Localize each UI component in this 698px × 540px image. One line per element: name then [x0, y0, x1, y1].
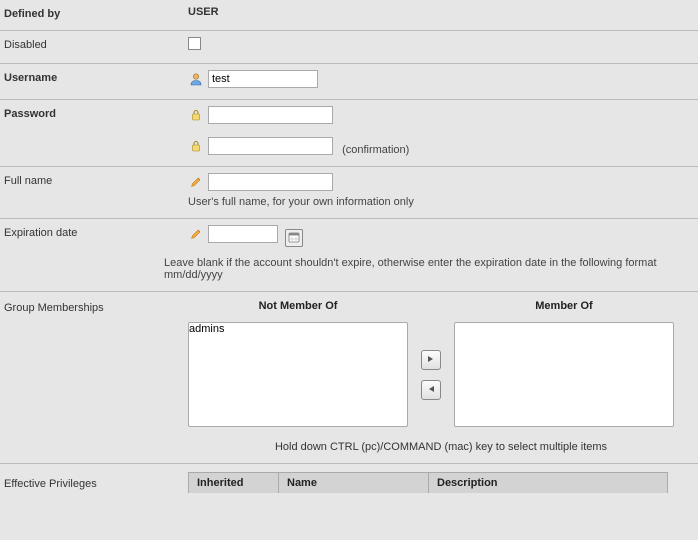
password-label: Password: [4, 106, 184, 120]
list-item[interactable]: admins: [189, 323, 407, 336]
fullname-input[interactable]: [208, 173, 333, 191]
member-heading: Member Of: [454, 300, 674, 312]
not-member-heading: Not Member Of: [188, 300, 408, 312]
arrow-right-icon: [426, 354, 436, 367]
privileges-table: Inherited Name Description: [188, 472, 668, 493]
defined-by-label: Defined by: [4, 6, 184, 20]
add-to-member-button[interactable]: [421, 350, 441, 370]
fullname-hint: User's full name, for your own informati…: [188, 196, 694, 208]
not-member-listbox[interactable]: admins: [188, 322, 408, 427]
password-confirm-input[interactable]: [208, 137, 333, 155]
privileges-col-name[interactable]: Name: [279, 473, 429, 494]
password-input[interactable]: [208, 106, 333, 124]
privileges-col-description[interactable]: Description: [429, 473, 668, 494]
privileges-label: Effective Privileges: [4, 472, 184, 490]
disabled-checkbox[interactable]: [188, 37, 201, 50]
password-confirm-text: (confirmation): [342, 144, 409, 156]
calendar-icon: [288, 231, 300, 246]
member-listbox[interactable]: [454, 322, 674, 427]
lock-icon: [188, 138, 204, 154]
pencil-icon: [188, 174, 204, 190]
user-icon: [188, 71, 204, 87]
disabled-label: Disabled: [4, 37, 184, 51]
arrow-left-icon: [426, 384, 436, 397]
expiration-label: Expiration date: [4, 225, 184, 239]
groups-hint: Hold down CTRL (pc)/COMMAND (mac) key to…: [188, 441, 694, 453]
defined-by-value: USER: [188, 6, 694, 18]
expiration-hint: Leave blank if the account shouldn't exp…: [164, 257, 694, 281]
username-input[interactable]: [208, 70, 318, 88]
calendar-button[interactable]: [285, 229, 303, 247]
privileges-col-inherited[interactable]: Inherited: [189, 473, 279, 494]
remove-from-member-button[interactable]: [421, 380, 441, 400]
groups-label: Group Memberships: [4, 300, 184, 314]
username-label: Username: [4, 70, 184, 84]
lock-icon: [188, 107, 204, 123]
fullname-label: Full name: [4, 173, 184, 187]
expiration-input[interactable]: [208, 225, 278, 243]
pencil-icon: [188, 226, 204, 242]
